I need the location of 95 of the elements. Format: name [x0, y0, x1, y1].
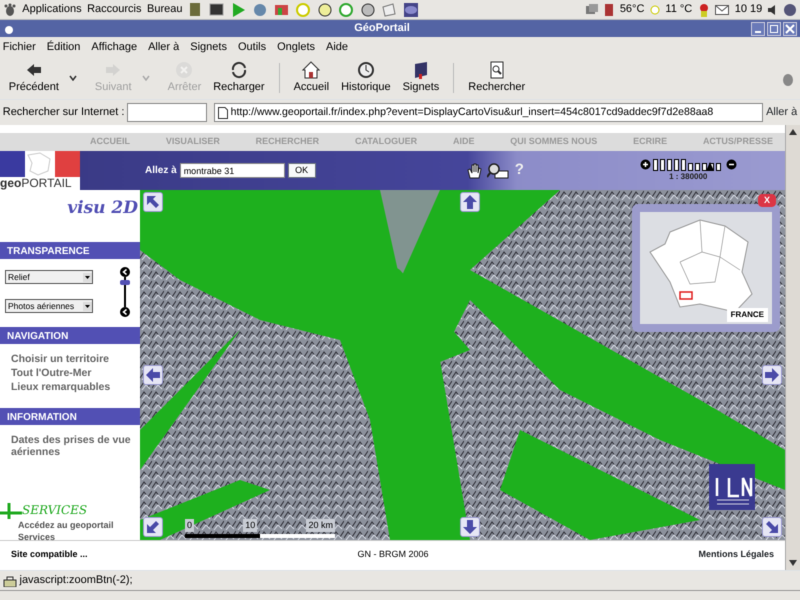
zoom-marker-icon[interactable]	[706, 162, 714, 171]
menu-item[interactable]: Édition	[46, 38, 80, 56]
maximize-icon[interactable]	[767, 22, 782, 36]
bookmarks-button[interactable]: Signets	[396, 60, 446, 96]
url-field[interactable]: http://www.geoportail.fr/index.php?event=DisplayCartoVisu&url_insert=454c8017cd9addec9f7d2e88aa8	[214, 103, 764, 122]
arrow-icon	[144, 518, 162, 536]
minimize-icon[interactable]	[751, 22, 766, 36]
footer-text: Site compatible ...	[11, 548, 88, 561]
pan-button[interactable]	[143, 365, 163, 385]
pan-button[interactable]	[762, 517, 782, 537]
house-icon	[302, 60, 320, 79]
menu-item[interactable]: Signets	[190, 38, 227, 56]
menu-item[interactable]: Fichier	[2, 38, 36, 56]
arrow-icon	[144, 193, 162, 211]
window-title: GéoPortail	[354, 22, 410, 34]
caret-icon	[83, 272, 92, 282]
zoom-scale[interactable]	[653, 158, 724, 171]
history-button[interactable]: Historique	[335, 60, 397, 96]
services-text[interactable]: Accédez au geoportail Services	[0, 518, 140, 542]
arrow-icon	[144, 366, 162, 384]
sidebar-link[interactable]: Choisir un territoire	[0, 352, 140, 366]
close-icon[interactable]	[783, 22, 798, 36]
logo-text: geoPORTAIL	[0, 177, 73, 190]
menu-item[interactable]: Aller à	[148, 38, 180, 56]
place-field[interactable]: montrabe 31	[180, 163, 285, 178]
speaker-icon[interactable]	[768, 4, 778, 14]
arrow-icon	[461, 193, 479, 211]
scale-text: 1 : 380000	[669, 171, 708, 183]
panel-menu[interactable]: Bureau	[146, 1, 182, 18]
scale-label: 10	[243, 518, 258, 532]
mail-icon[interactable]	[715, 4, 730, 14]
monitor-icon	[584, 2, 599, 16]
status-text: javascript:zoomBtn(-2);	[20, 573, 133, 588]
paper-icon[interactable]	[381, 2, 398, 18]
menu-item[interactable]: Outils	[238, 38, 266, 56]
pan-button[interactable]	[460, 517, 480, 537]
go-button[interactable]: Aller à	[766, 104, 798, 121]
section-header: INFORMATION	[0, 408, 140, 424]
hand-icon[interactable]	[466, 162, 482, 180]
arrow-icon[interactable]	[120, 306, 130, 316]
layer-select[interactable]: Photos aériennes	[5, 299, 93, 313]
pan-button[interactable]	[762, 365, 782, 385]
zoom-out-icon[interactable]	[726, 159, 737, 170]
sidebar-link[interactable]: Tout l'Outre-Mer	[0, 366, 140, 380]
search-icon	[488, 60, 506, 79]
section-header: TRANSPARENCE	[0, 242, 140, 258]
search-field[interactable]	[127, 103, 208, 122]
arrow-icon[interactable]	[120, 266, 130, 276]
menu-item[interactable]: Affichage	[91, 38, 138, 56]
lock-icon	[2, 574, 17, 586]
panel-menu[interactable]: Raccourcis	[87, 1, 142, 18]
scrollbar[interactable]	[785, 125, 800, 570]
disc-icon[interactable]	[360, 2, 376, 18]
clock-icon	[356, 60, 375, 79]
plus-icon[interactable]	[0, 502, 22, 518]
scale-label: 20 km	[306, 518, 335, 532]
weather-text: 11 °C	[665, 2, 692, 18]
search-label: Rechercher sur Internet :	[2, 105, 124, 120]
disc-icon[interactable]	[316, 2, 333, 18]
caret-icon[interactable]	[68, 75, 77, 81]
temperature-text: 56°C	[620, 2, 644, 18]
reload-button[interactable]: Recharger	[207, 60, 271, 96]
slider-thumb[interactable]	[120, 280, 130, 286]
home-button[interactable]: Accueil	[288, 60, 336, 96]
overview-label: FRANCE	[726, 308, 768, 322]
magnifier-icon[interactable]	[487, 162, 510, 178]
pan-button[interactable]	[143, 192, 163, 212]
logo-icon	[709, 464, 755, 510]
reload-icon	[230, 60, 248, 79]
close-button[interactable]: X	[758, 194, 776, 207]
goto-label: Allez à	[145, 164, 177, 178]
menu-item[interactable]: Onglets	[277, 38, 316, 56]
copyright-text: GN - BRGM 2006	[357, 548, 429, 561]
panel-menu[interactable]: Applications	[22, 1, 82, 18]
search-button[interactable]: Rechercher	[462, 60, 532, 96]
sidebar-link[interactable]: Dates des prises de vue aériennes	[0, 432, 140, 458]
caret-icon	[83, 302, 92, 310]
ok-button[interactable]: OK	[288, 163, 316, 178]
back-button[interactable]: Précédent	[2, 60, 65, 96]
arrow-icon	[461, 518, 479, 536]
arrow-icon	[763, 366, 781, 384]
layer-select[interactable]: Relief	[5, 270, 93, 284]
menu-item[interactable]: Aide	[326, 38, 348, 56]
legal-link[interactable]: Mentions Légales	[698, 548, 774, 562]
terminal-icon[interactable]	[209, 2, 226, 18]
pan-button[interactable]	[460, 192, 480, 212]
sidebar-link[interactable]: Lieux remarquables	[0, 380, 140, 394]
clock-text: 10 19	[734, 2, 762, 18]
mode-title: visu 2D	[66, 197, 138, 220]
pan-button[interactable]	[143, 517, 163, 537]
sun-icon	[650, 4, 660, 14]
zoom-in-icon[interactable]	[640, 159, 650, 170]
section-header: NAVIGATION	[0, 326, 140, 344]
scale-label: 0	[185, 518, 194, 532]
page-icon	[218, 106, 228, 118]
